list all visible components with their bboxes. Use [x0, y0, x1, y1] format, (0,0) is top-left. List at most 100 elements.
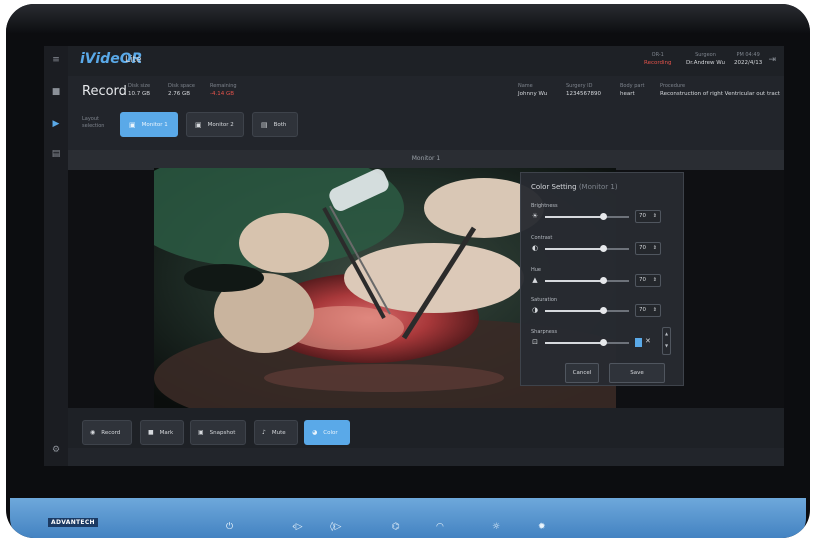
mark-button-label: Mark	[159, 429, 174, 436]
disk-size: Disk size 10.7 GB	[128, 83, 150, 97]
snapshot-button[interactable]: ▣ Snapshot	[190, 420, 246, 445]
sharpness-label: Sharpness	[531, 329, 558, 335]
viewer-header: Monitor 1	[68, 150, 784, 170]
input-prev-icon[interactable]: ‹▷	[292, 522, 303, 532]
sun-icon: ☀	[531, 212, 539, 220]
surgery-id-value: 1234567890	[566, 91, 601, 97]
body-part: Body part heart	[620, 83, 644, 97]
storage-icon[interactable]: ■	[49, 86, 63, 98]
close-icon[interactable]: ✕	[645, 337, 651, 345]
color-setting-panel: Color Setting (Monitor 1) Brightness ☀ 7…	[520, 172, 684, 386]
top-bar: iVideOR Lite OR-1 Recording Surgeon Dr.A…	[68, 46, 784, 76]
app-screen: ≡ ■ ▶ ▤ ⚙ iVideOR Lite OR-1 Recording Su…	[44, 46, 784, 466]
action-bar: ◉ Record ■ Mark ▣ Snapshot ♪ Mute ◕ Colo…	[68, 408, 784, 448]
contrast-slider-thumb[interactable]	[600, 245, 608, 252]
saturation-stepper[interactable]: 70 ⇕	[635, 304, 661, 317]
stepper-arrows-icon[interactable]: ⇕	[653, 211, 657, 222]
disk-remaining: Remaining -4.14 GB	[210, 83, 237, 97]
brand-logo: ADVANTECH	[48, 518, 98, 527]
contrast-slider[interactable]	[545, 245, 629, 252]
hue-slider-thumb[interactable]	[600, 277, 608, 284]
or-status: OR-1 Recording	[644, 52, 672, 66]
sharpness-row: Sharpness ⊡ ✕ ▲ ▼	[531, 327, 677, 355]
stepper-arrows-icon[interactable]: ⇕	[653, 243, 657, 254]
hue-icon: ▲	[532, 276, 538, 284]
record-nav-icon[interactable]: ▶	[49, 118, 63, 130]
or-value: Recording	[644, 60, 672, 66]
layout-option-label: Both	[273, 121, 287, 128]
hue-slider[interactable]	[545, 277, 629, 284]
body-part-label: Body part	[620, 83, 645, 89]
contrast-stepper[interactable]: 70 ⇕	[635, 242, 661, 255]
video-viewer: Monitor 1 Color Setting (Monitor 1) Brig…	[68, 150, 784, 410]
library-icon[interactable]: ▤	[49, 148, 63, 160]
sharpness-slider[interactable]	[545, 339, 629, 346]
contrast-slider-fill	[545, 248, 604, 250]
disk-space: Disk space 2.76 GB	[168, 83, 195, 97]
sharpness-slider-fill	[545, 342, 604, 344]
saturation-row: Saturation ◑ 70 ⇕	[531, 297, 677, 321]
sharpness-scroll[interactable]: ▲ ▼	[662, 327, 671, 355]
layout-label: Layout selection	[82, 116, 105, 129]
procedure-label: Procedure	[660, 83, 686, 89]
layout-monitor-1-button[interactable]: ▣ Monitor 1	[120, 112, 178, 137]
app-edition: Lite	[125, 55, 142, 65]
settings-icon[interactable]: ⚙	[49, 444, 63, 456]
wifi-icon[interactable]: ⌬	[392, 522, 400, 532]
saturation-value: 70	[639, 307, 646, 313]
disk-size-value: 10.7 GB	[128, 91, 151, 97]
color-setting-title: Color Setting (Monitor 1)	[531, 183, 618, 191]
logout-icon[interactable]: ⇥	[768, 55, 776, 65]
contrast-label: Contrast	[531, 235, 553, 241]
palette-icon: ◕	[312, 429, 318, 436]
power-icon[interactable]: ⏻	[226, 522, 233, 532]
hue-stepper[interactable]: 70 ⇕	[635, 274, 661, 287]
mute-button[interactable]: ♪ Mute	[254, 420, 298, 445]
cancel-button[interactable]: Cancel	[565, 363, 599, 383]
eye-icon[interactable]: ◠	[436, 522, 444, 532]
menu-icon[interactable]: ≡	[49, 54, 63, 66]
saturation-slider-thumb[interactable]	[600, 307, 608, 314]
record-icon: ◉	[90, 429, 96, 436]
layout-option-label: Monitor 1	[141, 121, 168, 128]
monitor-device: ≡ ■ ▶ ▤ ⚙ iVideOR Lite OR-1 Recording Su…	[6, 4, 810, 538]
record-header: Record Disk size 10.7 GB Disk space 2.76…	[68, 76, 784, 110]
sidebar: ≡ ■ ▶ ▤ ⚙	[44, 46, 68, 466]
color-button[interactable]: ◕ Color	[304, 420, 350, 445]
bezel	[6, 4, 810, 34]
date-text: 2022/4/13	[734, 60, 763, 66]
saturation-slider[interactable]	[545, 307, 629, 314]
surgery-id: Surgery ID 1234567890	[566, 83, 601, 97]
layout-option-label: Monitor 2	[207, 121, 234, 128]
page-title: Record	[82, 84, 127, 99]
layout-both-button[interactable]: ▤ Both	[252, 112, 298, 137]
layout-selection: Layout selection ▣ Monitor 1 ▣ Monitor 2…	[68, 110, 784, 140]
brightness-slider[interactable]	[545, 213, 629, 220]
bookmark-icon: ■	[148, 429, 154, 436]
brightness-down-icon[interactable]: ☼	[492, 522, 500, 532]
brightness-slider-thumb[interactable]	[600, 213, 608, 220]
layout-monitor-2-button[interactable]: ▣ Monitor 2	[186, 112, 244, 137]
hue-slider-fill	[545, 280, 604, 282]
surgery-id-label: Surgery ID	[566, 83, 593, 89]
viewer-title: Monitor 1	[411, 155, 441, 162]
record-button[interactable]: ◉ Record	[82, 420, 132, 445]
patient-name: Name Johnny Wu	[518, 83, 547, 97]
stepper-arrows-icon[interactable]: ⇕	[653, 275, 657, 286]
input-next-icon[interactable]: ◊▷	[330, 522, 341, 532]
sharpness-toggle[interactable]	[635, 338, 642, 347]
brightness-stepper[interactable]: 70 ⇕	[635, 210, 661, 223]
brightness-label: Brightness	[531, 203, 558, 209]
body-part-value: heart	[620, 91, 635, 97]
save-button[interactable]: Save	[609, 363, 665, 383]
sharpness-icon: ⊡	[532, 338, 538, 346]
color-button-label: Color	[323, 429, 338, 436]
brightness-up-icon[interactable]: ✹	[538, 522, 546, 532]
mark-button[interactable]: ■ Mark	[140, 420, 184, 445]
monitor-icon: ▣	[129, 120, 136, 129]
patient-name-label: Name	[518, 83, 533, 89]
hue-row: Hue ▲ 70 ⇕	[531, 267, 677, 291]
sharpness-slider-thumb[interactable]	[600, 339, 608, 346]
stepper-arrows-icon[interactable]: ⇕	[653, 305, 657, 316]
contrast-icon: ◐	[531, 244, 539, 252]
